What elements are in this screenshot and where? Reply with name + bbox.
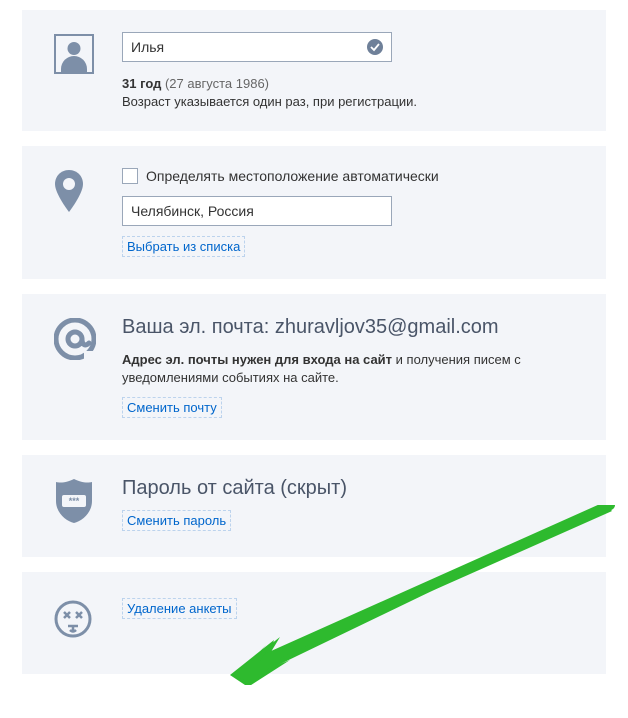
password-title: Пароль от сайта (скрыт) (122, 477, 586, 500)
change-password-link[interactable]: Сменить пароль (122, 510, 231, 531)
city-input[interactable]: Челябинск, Россия (122, 196, 392, 226)
email-address: zhuravljov35@gmail.com (275, 316, 499, 338)
age-note: Возраст указывается один раз, при регист… (122, 94, 586, 109)
age-line: 31 год (27 августа 1986) (122, 76, 586, 91)
auto-location-label: Определять местоположение автоматически (146, 168, 439, 184)
at-icon (42, 316, 122, 360)
name-input[interactable]: Илья (122, 32, 392, 62)
svg-text:***: *** (69, 496, 80, 506)
email-description: Адрес эл. почты нужен для входа на сайт … (122, 351, 586, 387)
email-card: Ваша эл. почта: zhuravljov35@gmail.com А… (22, 294, 606, 440)
dead-face-icon (42, 598, 122, 638)
email-title: Ваша эл. почта: zhuravljov35@gmail.com (122, 316, 586, 339)
delete-profile-link[interactable]: Удаление анкеты (122, 598, 237, 619)
location-pin-icon (42, 168, 122, 212)
change-email-link[interactable]: Сменить почту (122, 397, 222, 418)
name-value: Илья (131, 39, 164, 55)
profile-card: Илья 31 год (27 августа 1986) Возраст ук… (22, 10, 606, 131)
city-value: Челябинск, Россия (131, 203, 254, 219)
auto-location-checkbox[interactable]: Определять местоположение автоматически (122, 168, 586, 184)
avatar-icon (42, 32, 122, 74)
password-card: *** Пароль от сайта (скрыт) Сменить паро… (22, 455, 606, 557)
checkbox-icon (122, 168, 138, 184)
shield-icon: *** (42, 477, 122, 523)
location-card: Определять местоположение автоматически … (22, 146, 606, 279)
delete-card: Удаление анкеты (22, 572, 606, 674)
check-icon (367, 39, 383, 55)
select-from-list-link[interactable]: Выбрать из списка (122, 236, 245, 257)
